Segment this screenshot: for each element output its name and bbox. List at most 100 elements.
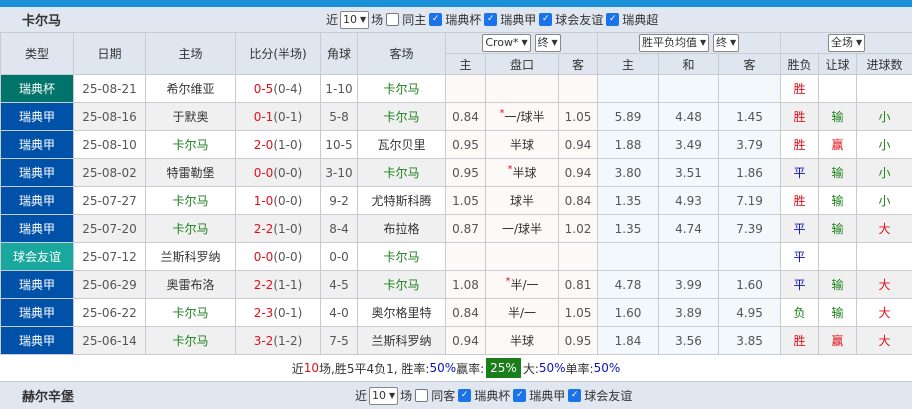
- half-time-score: (0-0): [273, 194, 302, 208]
- match-date: 25-06-22: [74, 299, 146, 327]
- league-badge[interactable]: 瑞典甲: [1, 187, 74, 215]
- corners: 5-8: [321, 103, 358, 131]
- chevron-down-icon: ▼: [856, 35, 862, 51]
- league-checkbox-1[interactable]: ✓: [484, 13, 497, 26]
- eu-home-odds: 1.88: [598, 131, 659, 159]
- chevron-down-icon: ▼: [730, 35, 736, 51]
- handicap-result: 输: [819, 215, 857, 243]
- league-checkbox-2[interactable]: ✓: [568, 389, 581, 402]
- league-checkbox-3[interactable]: ✓: [606, 13, 619, 26]
- col-score: 比分(半场): [236, 33, 321, 75]
- ah-line: *一/球半: [486, 103, 559, 131]
- ah-away-odds: 1.05: [559, 299, 598, 327]
- goals-result: [857, 75, 912, 103]
- match-row: 瑞典甲25-08-10卡尔马2-0(1-0)10-5瓦尔贝里0.95半球0.94…: [1, 131, 912, 159]
- league-checkbox-0[interactable]: ✓: [429, 13, 442, 26]
- chevron-down-icon: ▼: [360, 12, 366, 28]
- eu-home-odds: 1.35: [598, 187, 659, 215]
- full-time-score: 0-5: [254, 82, 274, 96]
- league-badge[interactable]: 瑞典杯: [1, 75, 74, 103]
- league-badge[interactable]: 球会友谊: [1, 243, 74, 271]
- eu-draw-odds: [659, 75, 719, 103]
- final-select-1[interactable]: 终▼: [535, 34, 561, 52]
- company-select[interactable]: Crow*▼: [482, 34, 530, 52]
- ah-home-odds: [446, 243, 486, 271]
- goals-result: 小: [857, 159, 912, 187]
- ah-line-value: 一/球半: [502, 222, 542, 236]
- league-badge[interactable]: 瑞典甲: [1, 159, 74, 187]
- chevron-down-icon: ▼: [552, 35, 558, 51]
- eu-home-odds: 3.80: [598, 159, 659, 187]
- match-date: 25-08-10: [74, 131, 146, 159]
- col-handicap: 让球: [819, 54, 857, 75]
- league-badge[interactable]: 瑞典甲: [1, 271, 74, 299]
- match-row: 瑞典甲25-08-16于默奥0-1(0-1)5-8卡尔马0.84*一/球半1.0…: [1, 103, 912, 131]
- ah-home-odds: 0.84: [446, 103, 486, 131]
- handicap-result: 输: [819, 159, 857, 187]
- col-type: 类型: [1, 33, 74, 75]
- league-checkbox-2[interactable]: ✓: [539, 13, 552, 26]
- ah-away-odds: 1.02: [559, 215, 598, 243]
- match-row: 瑞典甲25-08-02特雷勒堡0-0(0-0)3-10卡尔马0.95*半球0.9…: [1, 159, 912, 187]
- col-ah-home: 主: [446, 54, 486, 75]
- match-count-select[interactable]: 10▼: [340, 11, 369, 29]
- eu-away-odds: [719, 243, 781, 271]
- eu-away-odds: 7.39: [719, 215, 781, 243]
- match-date: 25-08-16: [74, 103, 146, 131]
- match-date: 25-08-02: [74, 159, 146, 187]
- same-away-label: 同客: [431, 387, 455, 404]
- league-badge[interactable]: 瑞典甲: [1, 103, 74, 131]
- full-time-score: 2-2: [254, 278, 274, 292]
- ah-away-odds: 1.05: [559, 103, 598, 131]
- league-checkbox-1[interactable]: ✓: [513, 389, 526, 402]
- goals-result: 小: [857, 187, 912, 215]
- handicap-result: [819, 75, 857, 103]
- final-select-2[interactable]: 终▼: [713, 34, 739, 52]
- home-team: 卡尔马: [146, 187, 236, 215]
- eu-home-odds: [598, 75, 659, 103]
- corners: 3-10: [321, 159, 358, 187]
- away-team: 兰斯科罗纳: [358, 327, 446, 355]
- summary-count: 10: [304, 361, 319, 375]
- corners: 7-5: [321, 327, 358, 355]
- away-team: 卡尔马: [358, 103, 446, 131]
- ah-home-odds: 0.95: [446, 159, 486, 187]
- league-badge[interactable]: 瑞典甲: [1, 299, 74, 327]
- ah-line-value: 半球: [510, 334, 534, 348]
- league-label: 瑞典杯: [474, 387, 510, 404]
- odd-rate: 50%: [594, 361, 621, 375]
- scope-select[interactable]: 全场▼: [828, 34, 865, 52]
- match-count-select[interactable]: 10▼: [369, 387, 398, 405]
- eu-draw-odds: 3.99: [659, 271, 719, 299]
- same-home-checkbox[interactable]: [386, 13, 399, 26]
- eu-draw-odds: [659, 243, 719, 271]
- same-away-checkbox[interactable]: [415, 389, 428, 402]
- ah-line: [486, 243, 559, 271]
- home-team: 卡尔马: [146, 299, 236, 327]
- match-row: 瑞典杯25-08-21希尔维亚0-5(0-4)1-10卡尔马胜: [1, 75, 912, 103]
- league-badge[interactable]: 瑞典甲: [1, 215, 74, 243]
- half-time-score: (0-0): [273, 250, 302, 264]
- league-label: 瑞典超: [622, 11, 658, 28]
- eu-draw-odds: 3.49: [659, 131, 719, 159]
- league-checkbox-0[interactable]: ✓: [458, 389, 471, 402]
- ah-home-odds: 1.05: [446, 187, 486, 215]
- goals-result: [857, 243, 912, 271]
- col-date: 日期: [74, 33, 146, 75]
- home-team: 兰斯科罗纳: [146, 243, 236, 271]
- col-home: 主场: [146, 33, 236, 75]
- match-date: 25-07-12: [74, 243, 146, 271]
- ah-line-value: 球半: [510, 194, 534, 208]
- league-badge[interactable]: 瑞典甲: [1, 131, 74, 159]
- ah-line: 半球: [486, 327, 559, 355]
- away-team-header: 赫尔辛堡 近 10▼ 场 同客 ✓瑞典杯 ✓瑞典甲 ✓球会友谊: [0, 382, 912, 409]
- league-label: 球会友谊: [584, 387, 632, 404]
- home-filters: 近 10▼ 场 同主 ✓瑞典杯 ✓瑞典甲 ✓球会友谊 ✓瑞典超: [326, 11, 658, 29]
- league-badge[interactable]: 瑞典甲: [1, 327, 74, 355]
- ah-line-value: 半/一: [510, 278, 538, 292]
- score: 1-0(0-0): [236, 187, 321, 215]
- score: 0-5(0-4): [236, 75, 321, 103]
- odds-type-select[interactable]: 胜平负均值▼: [639, 34, 709, 52]
- away-team: 卡尔马: [358, 271, 446, 299]
- half-time-score: (0-4): [273, 82, 302, 96]
